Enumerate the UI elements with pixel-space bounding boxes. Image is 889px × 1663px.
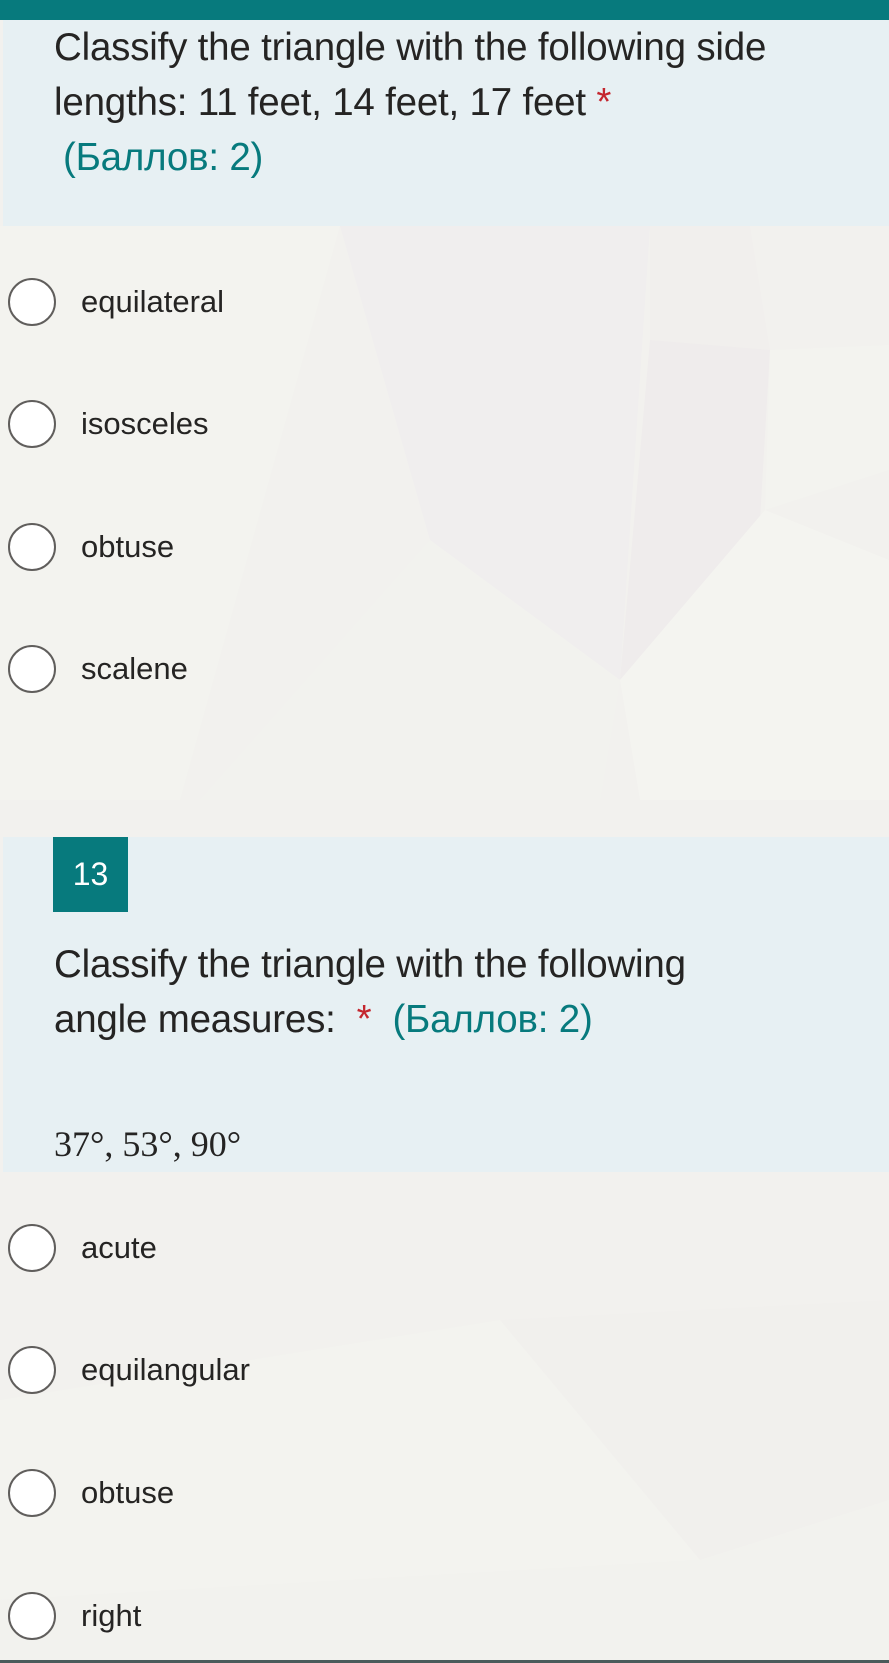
radio-unchecked-icon[interactable]	[8, 278, 56, 326]
question-title-line2: angle measures:	[54, 998, 336, 1041]
question-title-line2: lengths: 11 feet, 14 feet, 17 feet	[54, 81, 586, 124]
radio-option[interactable]: acute	[8, 1223, 157, 1273]
radio-option[interactable]: equilangular	[8, 1345, 250, 1395]
radio-option[interactable]: isosceles	[8, 399, 209, 449]
radio-unchecked-icon[interactable]	[8, 523, 56, 571]
option-label: obtuse	[81, 529, 175, 564]
question-number-badge: 13	[53, 837, 128, 912]
background-pattern	[0, 226, 889, 1663]
question-math-expression: 37°, 53°, 90°	[54, 1124, 242, 1164]
question-points: (Баллов: 2)	[63, 136, 264, 179]
radio-unchecked-icon[interactable]	[8, 400, 56, 448]
radio-option[interactable]: scalene	[8, 644, 188, 694]
radio-option[interactable]: equilateral	[8, 277, 224, 327]
option-label: equilateral	[81, 284, 225, 319]
radio-unchecked-icon[interactable]	[8, 1224, 56, 1272]
question-title: Classify the triangle with the following…	[54, 937, 884, 1047]
top-accent-bar	[0, 0, 889, 20]
required-asterisk: *	[356, 998, 372, 1041]
question-points: (Баллов: 2)	[392, 998, 593, 1041]
option-label: obtuse	[81, 1475, 175, 1510]
question-block: Classify the triangle with the following…	[3, 20, 889, 226]
option-label: equilangular	[81, 1352, 250, 1387]
radio-unchecked-icon[interactable]	[8, 1346, 56, 1394]
question-title-line1: Classify the triangle with the following…	[54, 26, 767, 69]
question-block: 13 Classify the triangle with the follow…	[3, 837, 889, 1172]
required-asterisk: *	[596, 81, 612, 124]
question-title-line1: Classify the triangle with the following	[54, 943, 686, 986]
radio-unchecked-icon[interactable]	[8, 1592, 56, 1640]
option-label: acute	[81, 1230, 157, 1265]
radio-option[interactable]: obtuse	[8, 522, 174, 572]
option-label: right	[81, 1598, 142, 1633]
question-title: Classify the triangle with the following…	[54, 20, 884, 185]
option-label: isosceles	[81, 406, 209, 441]
radio-option[interactable]: right	[8, 1591, 141, 1641]
radio-unchecked-icon[interactable]	[8, 1469, 56, 1517]
radio-unchecked-icon[interactable]	[8, 645, 56, 693]
option-label: scalene	[81, 651, 188, 686]
radio-option[interactable]: obtuse	[8, 1468, 174, 1518]
